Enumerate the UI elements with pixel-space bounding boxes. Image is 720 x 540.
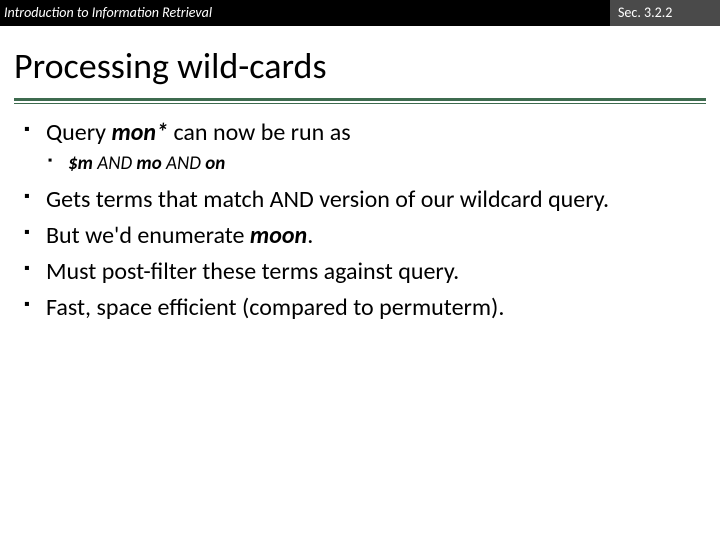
sub-bullet-list: $m AND mo AND on xyxy=(46,152,700,177)
bullet-5: Fast, space efficient (compared to permu… xyxy=(20,293,700,323)
title-rule-thick xyxy=(14,98,706,101)
bullet-3: But we'd enumerate moon. xyxy=(20,221,700,251)
sub-bullet-1-and2: AND xyxy=(166,152,201,175)
header-bar: Introduction to Information Retrieval Se… xyxy=(0,0,720,26)
bullet-list: Query mon* can now be run as $m AND mo A… xyxy=(20,118,700,323)
bullet-1-bold: mon* xyxy=(111,118,168,147)
slide-title: Processing wild-cards xyxy=(14,44,706,88)
bullet-3-bold: moon xyxy=(250,221,307,250)
sub-bullet-1: $m AND mo AND on xyxy=(46,152,700,177)
sub-bullet-1-seg3: on xyxy=(201,152,225,175)
sub-bullet-1-and1: AND xyxy=(97,152,132,175)
bullet-4: Must post-filter these terms against que… xyxy=(20,257,700,287)
sub-bullet-1-seg2: mo xyxy=(132,152,166,175)
slide-body: Query mon* can now be run as $m AND mo A… xyxy=(0,104,720,323)
bullet-2: Gets terms that match AND version of our… xyxy=(20,185,700,215)
bullet-3-pre: But we'd enumerate xyxy=(46,221,250,250)
sub-bullet-1-seg1: $m xyxy=(68,152,97,175)
bullet-1: Query mon* can now be run as $m AND mo A… xyxy=(20,118,700,177)
bullet-1-text-post: can now be run as xyxy=(168,118,351,147)
title-area: Processing wild-cards xyxy=(0,26,720,94)
header-section-label: Sec. 3.2.2 xyxy=(610,0,720,26)
header-left: Introduction to Information Retrieval xyxy=(0,0,610,26)
bullet-1-text-pre: Query xyxy=(46,118,111,147)
bullet-3-post: . xyxy=(307,221,313,250)
